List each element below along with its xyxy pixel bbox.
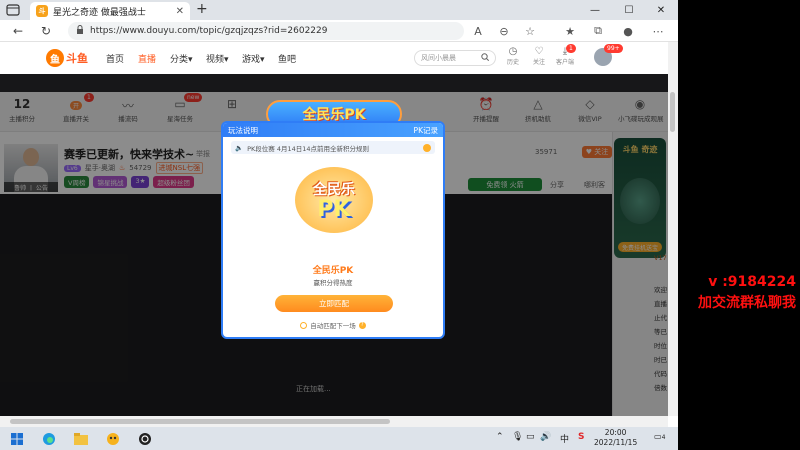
tab-title: 星光之奇迹 做最强战士 (53, 7, 146, 18)
heart-icon: ♡ (534, 46, 544, 57)
microphone-icon[interactable]: 🎙 (512, 432, 523, 442)
nav-home[interactable]: 首页 (106, 52, 124, 65)
rules-tab[interactable]: 玩法说明 (228, 125, 258, 136)
match-now-button[interactable]: 立即匹配 (275, 295, 393, 312)
notice-text: PK段位赛 4月14日14点前用全新积分规则 (247, 144, 370, 153)
refresh-icon[interactable]: ↻ (38, 23, 54, 39)
logo-fish-icon: 鱼 (46, 49, 64, 67)
client-badge: 1 (566, 44, 576, 53)
tab-actions-icon[interactable] (6, 3, 20, 17)
system-clock[interactable]: 20:00 2022/11/15 (594, 428, 637, 448)
clock-time: 20:00 (604, 428, 627, 437)
notification-count: 4 (661, 434, 666, 441)
sogou-ime-icon[interactable]: S (578, 432, 584, 442)
client-button[interactable]: ⤓ 客户端 1 (552, 44, 578, 66)
nav-games[interactable]: 游戏▾ (242, 52, 265, 65)
nav-fishbar[interactable]: 鱼吧 (278, 52, 296, 65)
auto-match-option[interactable]: 自动匹配下一场 ? (223, 320, 443, 330)
auto-match-radio[interactable] (300, 321, 308, 329)
nav-live[interactable]: 直播 (138, 52, 156, 65)
browser-tab[interactable]: 斗 星光之奇迹 做最强战士 ✕ (30, 2, 190, 20)
horizontal-scroll-thumb[interactable] (10, 419, 390, 424)
follow-label: 关注 (532, 59, 545, 66)
follow-list-button[interactable]: ♡ 关注 (526, 46, 552, 66)
history-icon: ◷ (508, 46, 518, 57)
nav-video[interactable]: 视频▾ (206, 52, 229, 65)
nav-category[interactable]: 分类▾ (170, 52, 193, 65)
overlay-contact-line: v :9184224 (708, 274, 796, 290)
address-bar[interactable]: https://www.douyu.com/topic/gzqjzqzs?rid… (68, 22, 464, 40)
collections-icon[interactable]: ⧉ (590, 23, 606, 39)
logo-text: 斗鱼 (66, 52, 88, 65)
camera-icon[interactable]: ▭ (526, 432, 535, 442)
volume-icon[interactable]: 🔊 (540, 432, 551, 442)
browser-window: 斗 星光之奇迹 做最强战士 ✕ + — ☐ ✕ ← ↻ https://www.… (0, 0, 678, 427)
more-icon[interactable]: ⋯ (650, 23, 666, 39)
search-placeholder: 风间小晨晨 (421, 54, 456, 62)
favorite-icon[interactable]: ☆ (522, 23, 538, 39)
vertical-scroll-thumb[interactable] (670, 92, 675, 132)
obs-app-icon[interactable] (136, 430, 154, 447)
emblem-bottom-text: PK (317, 197, 351, 222)
profile-icon[interactable]: ● (620, 23, 636, 39)
tab-close-icon[interactable]: ✕ (176, 6, 184, 17)
zoom-icon[interactable]: ⊖ (496, 23, 512, 39)
douyu-logo[interactable]: 鱼 斗鱼 (46, 47, 96, 69)
new-tab-button[interactable]: + (196, 1, 208, 17)
history-button[interactable]: ◷ 历史 (500, 46, 526, 66)
close-window-button[interactable]: ✕ (644, 0, 678, 20)
modal-subtitle: 赢积分得热度 (313, 279, 353, 287)
lock-icon (76, 25, 84, 37)
file-explorer-icon[interactable] (72, 430, 90, 447)
search-input[interactable]: 风间小晨晨 (414, 50, 496, 66)
client-label: 客户端 (555, 59, 574, 66)
overlay-group-line: 加交流群私聊我 (698, 295, 796, 311)
clock-date: 2022/11/15 (594, 438, 638, 447)
modal-title: 全民乐PK (312, 266, 354, 276)
minimize-button[interactable]: — (578, 0, 612, 20)
tab-strip: 斗 星光之奇迹 做最强战士 ✕ + — ☐ ✕ (0, 0, 678, 20)
windows-start-icon[interactable] (8, 430, 26, 447)
pk-emblem: 全民乐 PK (289, 163, 379, 239)
favorites-list-icon[interactable]: ★ (562, 23, 578, 39)
history-label: 历史 (506, 59, 519, 66)
site-header: 鱼 斗鱼 首页 直播 分类▾ 视频▾ 游戏▾ 鱼吧 风间小晨晨 ◷ 历史 ♡ 关… (0, 42, 668, 74)
douyu-favicon-icon: 斗 (36, 5, 48, 17)
browser-toolbar: ← ↻ https://www.douyu.com/topic/gzqjzqzs… (0, 20, 678, 42)
modal-notice: 🔈 PK段位赛 4月14日14点前用全新积分规则 (231, 141, 435, 154)
search-icon[interactable] (481, 52, 490, 64)
tray-chevron-icon[interactable]: ⌃ (496, 432, 504, 442)
edge-browser-icon[interactable] (40, 430, 58, 447)
message-badge: 99+ (604, 44, 623, 53)
notification-icon[interactable]: ▭4 (654, 432, 665, 441)
maximize-button[interactable]: ☐ (612, 0, 646, 20)
url-text: https://www.douyu.com/topic/gzqjzqzs?rid… (90, 26, 328, 36)
douyu-app-icon[interactable] (104, 430, 122, 447)
notice-dot-icon[interactable] (423, 143, 431, 152)
back-icon[interactable]: ← (10, 23, 26, 39)
emblem-top-text: 全民乐 (313, 182, 355, 198)
help-icon[interactable]: ? (358, 321, 366, 329)
pk-modal: 玩法说明 PK记录 🔈 PK段位赛 4月14日14点前用全新积分规则 全民乐 P… (221, 121, 445, 339)
pk-record-tab[interactable]: PK记录 (414, 125, 438, 136)
modal-header: 玩法说明 PK记录 (223, 123, 443, 137)
user-avatar[interactable]: 99+ (590, 44, 623, 66)
auto-match-label: 自动匹配下一场 (310, 322, 356, 330)
read-aloud-icon[interactable]: A (470, 23, 486, 39)
speaker-icon: 🔈 (235, 143, 244, 152)
windows-taskbar: ⌃ 🎙 ▭ 🔊 中 S 20:00 2022/11/15 ▭4 (0, 427, 678, 450)
ime-language[interactable]: 中 (560, 432, 569, 445)
